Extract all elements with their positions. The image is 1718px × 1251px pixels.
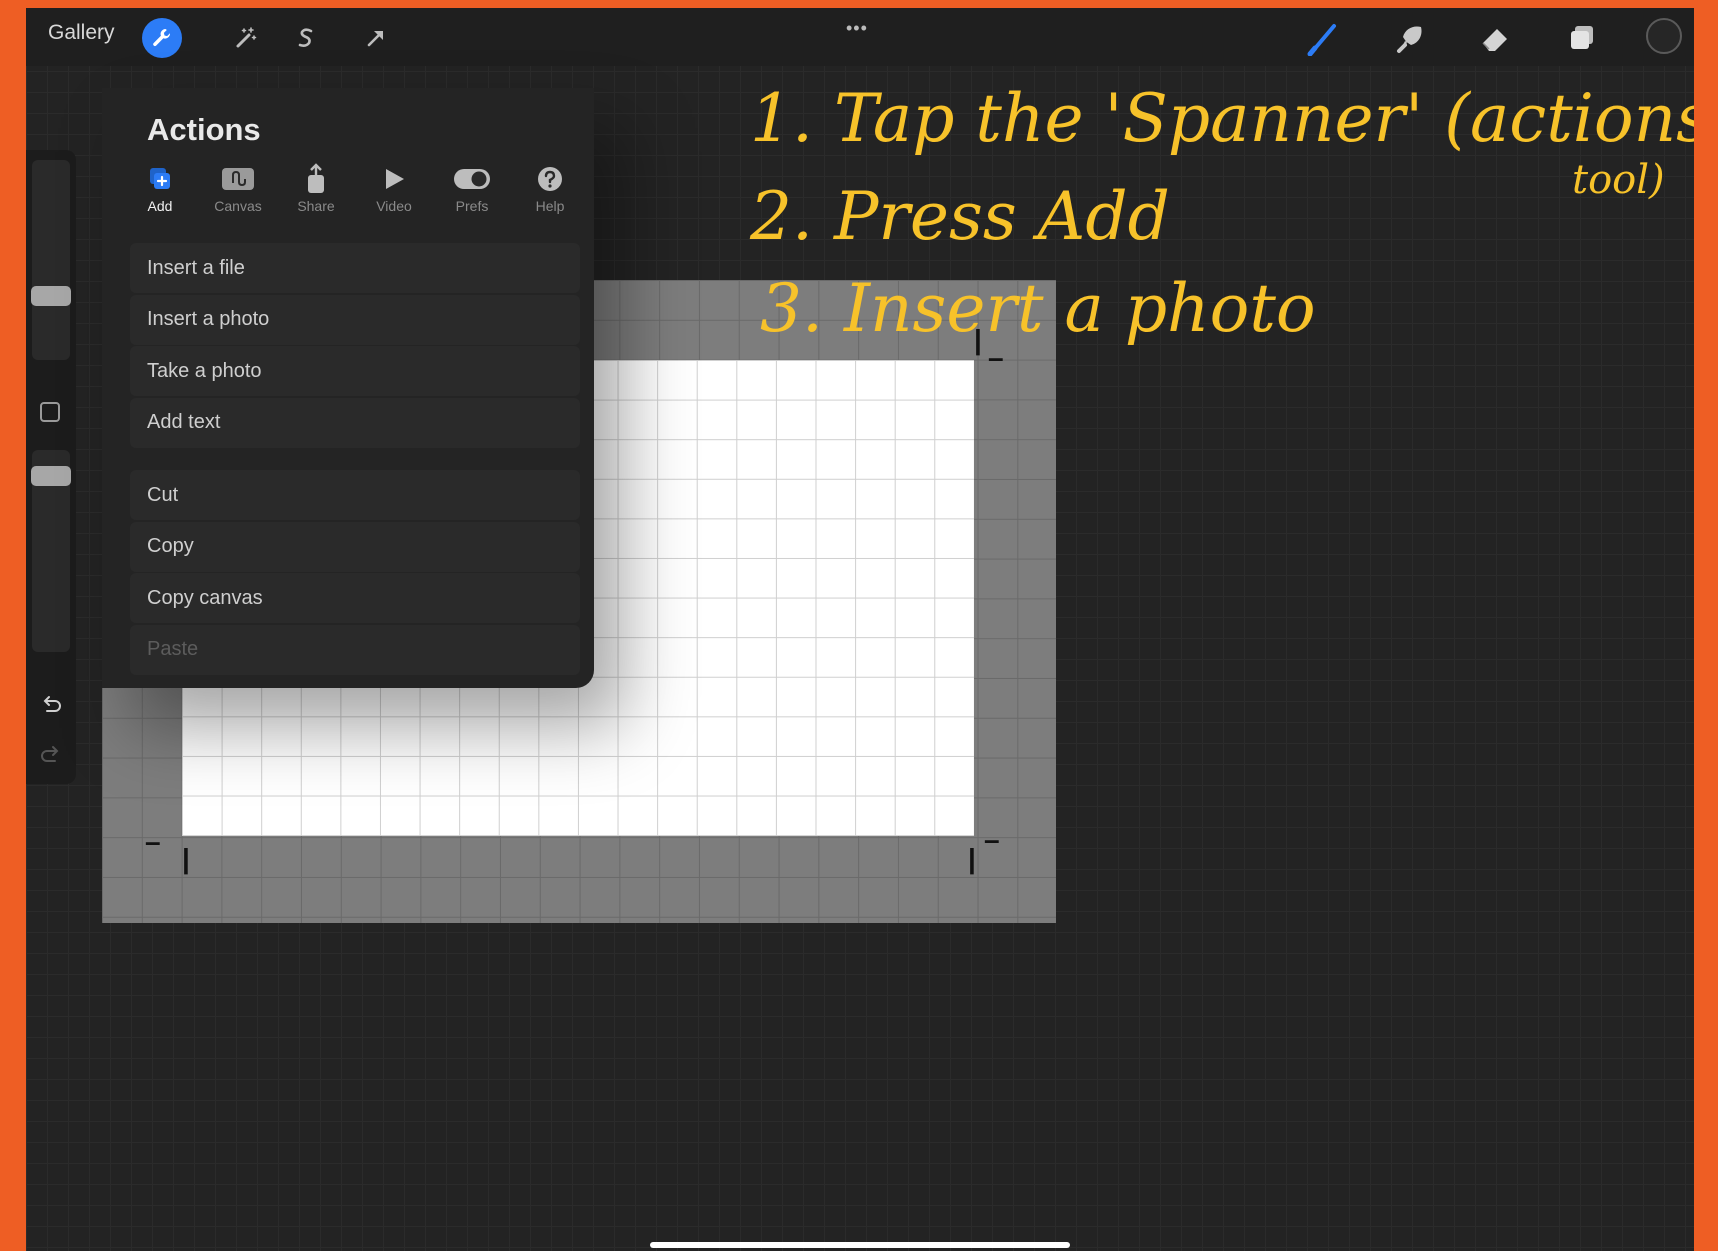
procreate-app: Gallery ••• – | | – | – Actions Add Canv… <box>26 8 1694 1251</box>
copy-item[interactable]: Copy <box>130 521 580 572</box>
brush-size-slider[interactable] <box>32 160 70 360</box>
insert-file-item[interactable]: Insert a file <box>130 243 580 293</box>
clipboard-actions-group: Cut Copy Copy canvas Paste <box>130 470 580 676</box>
tab-help[interactable]: Help <box>512 164 588 224</box>
tab-label: Video <box>376 198 412 214</box>
play-icon <box>356 164 432 194</box>
home-indicator[interactable] <box>650 1242 1070 1248</box>
insert-photo-item[interactable]: Insert a photo <box>130 294 580 345</box>
tab-label: Help <box>535 198 565 214</box>
actions-panel: Actions Add Canvas Share Video Prefs Hel… <box>102 88 594 688</box>
crop-mark: | <box>968 843 976 874</box>
copy-canvas-item[interactable]: Copy canvas <box>130 573 580 623</box>
instruction-step-1: 1. Tap the 'Spanner' (actions <box>750 80 1694 157</box>
opacity-handle[interactable] <box>31 466 71 486</box>
tab-video[interactable]: Video <box>356 164 432 224</box>
panel-title: Actions <box>147 112 261 147</box>
modify-square-icon[interactable] <box>40 402 60 422</box>
tab-label: Canvas <box>214 198 262 214</box>
tab-share[interactable]: Share <box>278 163 354 224</box>
top-toolbar: Gallery ••• <box>26 8 1694 66</box>
color-icon[interactable] <box>1646 18 1682 54</box>
instruction-step-2: 2. Press Add <box>750 178 1170 255</box>
paste-item[interactable]: Paste <box>130 624 580 675</box>
smudge-icon[interactable] <box>1390 18 1430 58</box>
handwritten-instructions: 1. Tap the 'Spanner' (actions tool) 2. P… <box>726 76 1694 376</box>
more-options-dots[interactable]: ••• <box>846 18 868 39</box>
tab-canvas[interactable]: Canvas <box>200 164 276 224</box>
add-text-item[interactable]: Add text <box>130 397 580 448</box>
selection-s-icon[interactable] <box>286 18 326 58</box>
help-icon <box>512 164 588 194</box>
brush-size-handle[interactable] <box>31 286 71 306</box>
tab-label: Prefs <box>455 198 489 214</box>
instruction-step-1-tail: tool) <box>1572 157 1665 203</box>
magic-wand-icon[interactable] <box>226 18 266 58</box>
tab-label: Share <box>297 198 335 214</box>
tab-label: Add <box>147 198 173 214</box>
add-actions-group: Insert a file Insert a photo Take a phot… <box>130 243 580 449</box>
add-image-icon <box>122 164 198 194</box>
share-icon <box>278 163 354 194</box>
undo-icon[interactable] <box>38 692 64 718</box>
instruction-step-3: 3. Insert a photo <box>760 270 1316 347</box>
eraser-icon[interactable] <box>1476 18 1516 58</box>
layers-icon[interactable] <box>1562 18 1602 58</box>
tab-add[interactable]: Add <box>122 164 198 224</box>
tab-prefs[interactable]: Prefs <box>434 164 510 224</box>
redo-icon[interactable] <box>38 742 64 768</box>
canvas-icon <box>200 164 276 194</box>
toggle-icon <box>434 164 510 194</box>
wrench-icon[interactable] <box>142 18 182 58</box>
cut-item[interactable]: Cut <box>130 470 580 520</box>
move-arrow-icon[interactable] <box>356 18 396 58</box>
crop-mark: | <box>182 843 190 874</box>
gallery-button[interactable]: Gallery <box>48 21 115 45</box>
brush-icon[interactable] <box>1304 18 1344 58</box>
crop-mark: – <box>145 826 161 857</box>
take-photo-item[interactable]: Take a photo <box>130 346 580 396</box>
crop-mark: – <box>984 824 1000 855</box>
left-sidebar <box>26 150 76 784</box>
